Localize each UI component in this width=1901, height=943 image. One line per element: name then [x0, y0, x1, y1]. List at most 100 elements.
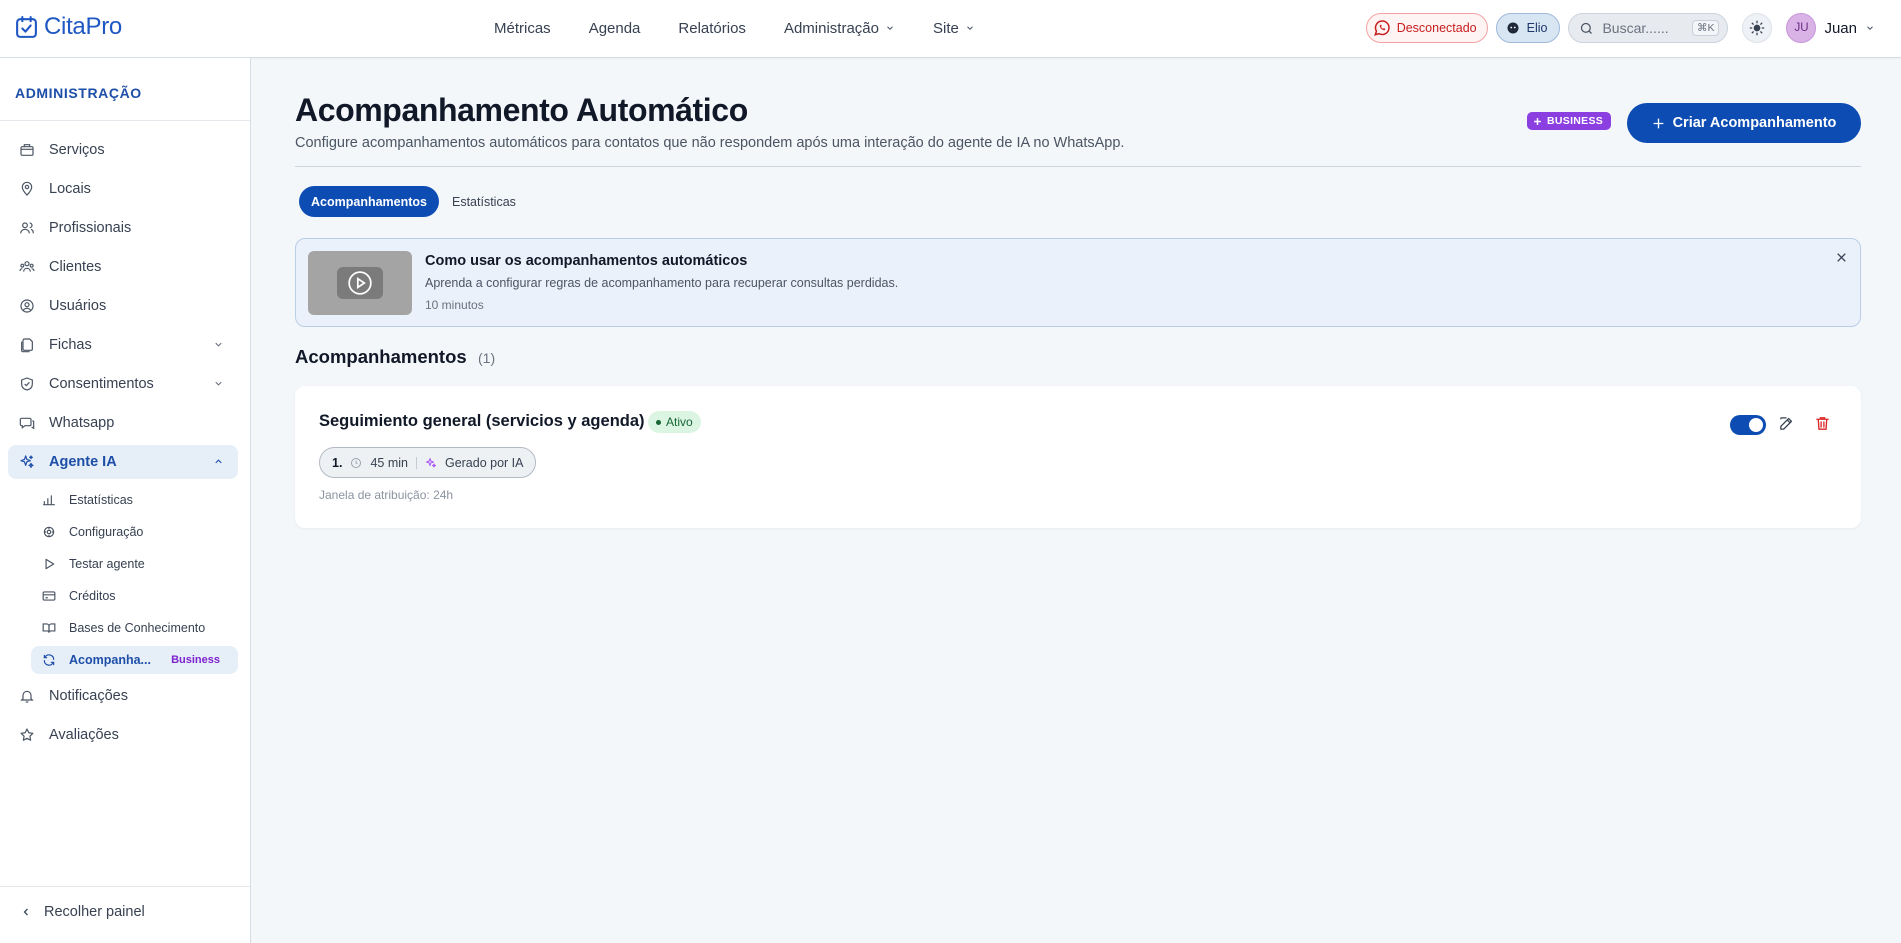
sidebar-item-servicos[interactable]: Serviços [8, 133, 238, 167]
play-icon [42, 557, 56, 571]
main-nav: Métricas Agenda Relatórios Administração… [494, 0, 1013, 56]
whatsapp-icon [1373, 19, 1391, 37]
close-button[interactable] [1835, 251, 1848, 264]
sidebar-item-label: Notificações [49, 688, 128, 704]
avatar: JU [1786, 13, 1817, 43]
logo[interactable]: CitaPro [14, 13, 122, 41]
sidebar-subitem-label: Bases de Conhecimento [69, 621, 206, 635]
nav-metricas[interactable]: Métricas [494, 20, 551, 37]
video-thumbnail[interactable] [308, 251, 412, 315]
calendar-check-icon [14, 15, 39, 40]
pencil-icon [1778, 415, 1795, 432]
box-icon [19, 142, 35, 158]
nav-site[interactable]: Site [933, 20, 975, 37]
user-menu[interactable]: JU Juan [1786, 13, 1875, 43]
sidebar-item-locais[interactable]: Locais [8, 172, 238, 206]
topbar-tools: Desconectado Elio Buscar...... ⌘K JU Jua… [1365, 13, 1875, 43]
sidebar-item-label: Consentimentos [49, 376, 154, 392]
close-icon [1835, 251, 1848, 264]
create-followup-label: Criar Acompanhamento [1672, 115, 1837, 131]
sidebar-item-notificacoes[interactable]: Notificações [8, 679, 238, 713]
agent-name: Elio [1526, 21, 1548, 35]
sidebar-item-agente-ia[interactable]: Agente IA [8, 445, 238, 479]
whatsapp-status-label: Desconectado [1396, 21, 1477, 35]
nav-administracao[interactable]: Administração [784, 20, 895, 37]
plus-icon [1533, 117, 1542, 126]
sidebar-item-profissionais[interactable]: Profissionais [8, 211, 238, 245]
video-description: Aprenda a configurar regras de acompanha… [425, 276, 899, 290]
nav-relatorios[interactable]: Relatórios [678, 20, 746, 37]
sidebar-title: ADMINISTRAÇÃO [15, 85, 142, 101]
video-title: Como usar os acompanhamentos automáticos [425, 253, 748, 269]
theme-toggle-button[interactable] [1742, 13, 1773, 43]
tutorial-video-card: Como usar os acompanhamentos automáticos… [295, 238, 1861, 327]
search-shortcut: ⌘K [1691, 20, 1720, 36]
chevron-down-icon [965, 23, 975, 33]
sidebar-item-label: Profissionais [49, 220, 132, 236]
tab-estatisticas[interactable]: Estatísticas [440, 186, 528, 217]
agent-button[interactable]: Elio [1495, 13, 1561, 43]
page-title: Acompanhamento Automático [295, 92, 748, 128]
sidebar-item-consentimentos[interactable]: Consentimentos [8, 367, 238, 401]
search-input[interactable]: Buscar...... ⌘K [1568, 13, 1729, 43]
search-icon [1579, 21, 1594, 36]
sidebar-item-label: Whatsapp [49, 415, 115, 431]
sidebar-item-label: Avaliações [49, 727, 119, 743]
top-bar: CitaPro Métricas Agenda Relatórios Admin… [0, 0, 1901, 58]
sidebar-subitem-creditos[interactable]: Créditos [31, 582, 238, 610]
sidebar-item-fichas[interactable]: Fichas [8, 328, 238, 362]
sidebar-item-label: Fichas [49, 337, 92, 353]
plus-icon [1652, 117, 1665, 130]
user-name: Juan [1824, 19, 1857, 37]
delete-button[interactable] [1814, 415, 1831, 432]
chevron-down-icon [213, 339, 224, 350]
tab-acompanhamentos[interactable]: Acompanhamentos [299, 186, 439, 217]
whatsapp-status-button[interactable]: Desconectado [1365, 13, 1488, 43]
status-label: Ativo [666, 415, 693, 429]
sidebar-subitem-configuracao[interactable]: Configuração [31, 518, 238, 546]
play-button[interactable] [337, 267, 383, 299]
sidebar-subitem-label: Configuração [69, 525, 144, 539]
divider [295, 166, 1861, 167]
status-dot [656, 419, 661, 425]
nav-agenda[interactable]: Agenda [589, 20, 641, 37]
bell-icon [19, 688, 35, 704]
plan-badge: BUSINESS [1527, 112, 1612, 130]
rule-enabled-toggle[interactable] [1730, 415, 1766, 435]
followup-rule-card: Seguimiento general (servicios y agenda)… [295, 386, 1861, 528]
sidebar-item-label: Serviços [49, 142, 105, 158]
sidebar-subitem-acompanhamentos[interactable]: Acompanha... Business [31, 646, 238, 674]
page-subtitle: Configure acompanhamentos automáticos pa… [295, 135, 1125, 151]
sidebar-item-whatsapp[interactable]: Whatsapp [8, 406, 238, 440]
sidebar-subitem-bases-de-conhecimento[interactable]: Bases de Conhecimento [31, 614, 238, 642]
status-badge: Ativo [648, 411, 701, 433]
chevron-left-icon [20, 906, 32, 918]
chevron-up-icon [213, 456, 224, 467]
create-followup-button[interactable]: Criar Acompanhamento [1627, 103, 1861, 143]
edit-button[interactable] [1778, 415, 1795, 432]
credit-card-icon [42, 589, 56, 603]
sidebar-item-label: Locais [49, 181, 91, 197]
sidebar-item-label: Agente IA [49, 454, 117, 470]
section-count: (1) [478, 350, 496, 366]
sidebar: ADMINISTRAÇÃO Serviços Locais Profission… [0, 58, 251, 943]
nav-administracao-label: Administração [783, 19, 879, 37]
search-placeholder: Buscar...... [1602, 20, 1669, 36]
collapse-panel-button[interactable]: Recolher painel [20, 904, 145, 920]
sidebar-item-avaliacoes[interactable]: Avaliações [8, 718, 238, 752]
plan-badge-label: BUSINESS [1547, 115, 1604, 127]
sidebar-item-usuarios[interactable]: Usuários [8, 289, 238, 323]
toggle-knob [1749, 418, 1763, 432]
sidebar-subitem-estatisticas[interactable]: Estatísticas [31, 486, 238, 514]
video-duration: 10 minutos [425, 298, 484, 312]
sidebar-subitem-label: Acompanha... [69, 653, 151, 667]
chat-icon [19, 415, 35, 431]
sidebar-subitem-testar-agente[interactable]: Testar agente [31, 550, 238, 578]
sidebar-item-clientes[interactable]: Clientes [8, 250, 238, 284]
collapse-panel-label: Recolher painel [44, 904, 145, 920]
sparkles-icon [19, 454, 35, 470]
sparkles-icon [425, 457, 437, 469]
trash-icon [1814, 415, 1831, 432]
chevron-down-icon [1865, 23, 1875, 33]
map-pin-icon [19, 181, 35, 197]
